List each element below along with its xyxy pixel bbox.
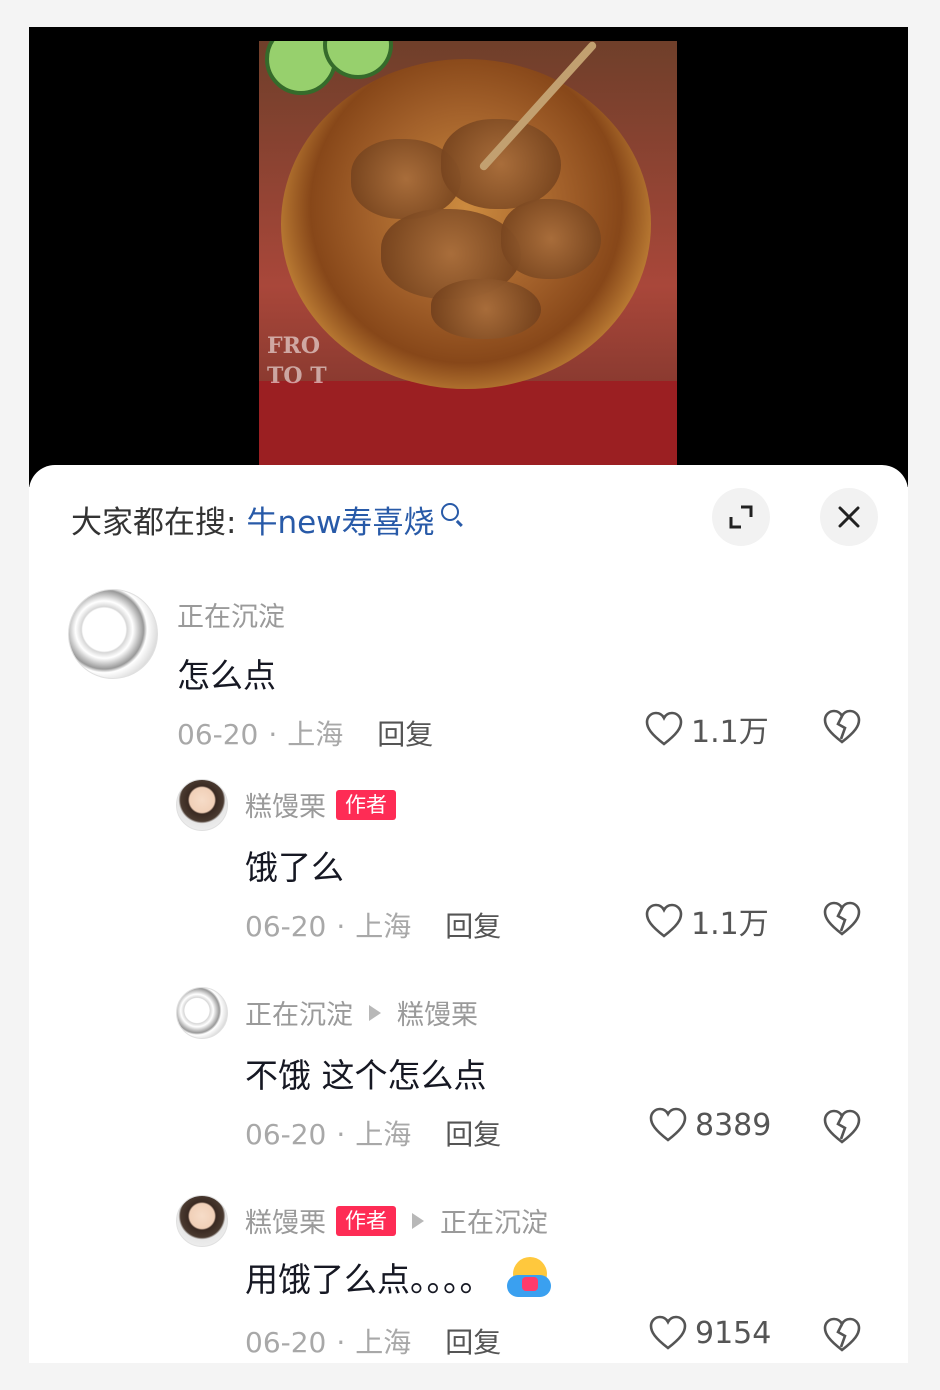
reply-arrow-icon (369, 1004, 381, 1021)
broken-heart-icon (823, 901, 861, 936)
video-frame-image: FRO TO T (259, 41, 677, 487)
comment-location: 上海 (355, 1118, 412, 1151)
beef-slice (501, 199, 601, 279)
reply-button[interactable]: 回复 (445, 1326, 501, 1359)
trending-search-label: 大家都在搜: (71, 504, 237, 541)
comment-date: 06-20 (245, 1118, 327, 1151)
heart-icon (649, 1315, 687, 1350)
beef-slice (441, 119, 561, 209)
dislike-button[interactable] (823, 901, 861, 941)
beef-slice (431, 279, 541, 339)
like-count: 1.1万 (691, 907, 769, 942)
comment-date: 06-20 (245, 910, 327, 943)
close-icon (838, 506, 860, 528)
dislike-button[interactable] (823, 1317, 861, 1357)
avatar[interactable] (176, 1195, 228, 1247)
comment-text: 不饿 这个怎么点 (245, 1056, 487, 1095)
search-icon (440, 503, 459, 521)
comment-author: 正在沉淀 糕馒栗 (245, 993, 478, 1032)
comment-meta: 06-20 · 上海 回复 (245, 1118, 502, 1151)
like-count: 8389 (695, 1107, 772, 1143)
reply-arrow-icon (412, 1212, 424, 1229)
comment-author: 糕馒栗 作者 正在沉淀 (245, 1201, 548, 1240)
heart-icon (645, 711, 683, 746)
screenshot-frame: FRO TO T 大家都在搜: 牛new寿喜烧 正在沉淀 怎么点 06-20 ·… (29, 27, 908, 1363)
dislike-button[interactable] (823, 1109, 861, 1149)
like-button[interactable]: 8389 (649, 1107, 771, 1143)
reply-button[interactable]: 回复 (445, 910, 501, 943)
like-count: 9154 (695, 1315, 772, 1351)
broken-heart-icon (823, 709, 861, 744)
comment-meta: 06-20 · 上海 回复 (245, 910, 502, 943)
trending-search[interactable]: 大家都在搜: 牛new寿喜烧 (71, 497, 459, 542)
hug-face-emoji (506, 1257, 551, 1297)
comment-meta: 06-20 · 上海 回复 (177, 718, 434, 751)
trending-search-term[interactable]: 牛new寿喜烧 (246, 497, 434, 542)
comment-text: 用饿了么点。。。。 (245, 1253, 551, 1301)
heart-icon (645, 903, 683, 938)
expand-icon (729, 505, 753, 529)
comment-text: 饿了么 (245, 848, 344, 887)
comment-meta: 06-20 · 上海 回复 (245, 1326, 502, 1359)
like-button[interactable]: 1.1万 (645, 707, 769, 751)
reply-button[interactable]: 回复 (445, 1118, 501, 1151)
avatar[interactable] (176, 987, 228, 1039)
comment-author: 糕馒栗 作者 (245, 785, 396, 824)
comment-location: 上海 (287, 718, 344, 751)
like-button[interactable]: 9154 (649, 1315, 771, 1351)
reply-to-name[interactable]: 糕馒栗 (397, 993, 478, 1032)
broken-heart-icon (823, 1317, 861, 1352)
like-button[interactable]: 1.1万 (645, 899, 769, 943)
video-player[interactable]: FRO TO T (29, 27, 908, 487)
broken-heart-icon (823, 1109, 861, 1144)
close-button[interactable] (820, 488, 878, 546)
expand-button[interactable] (712, 488, 770, 546)
author-badge: 作者 (336, 789, 396, 820)
dislike-button[interactable] (823, 709, 861, 749)
comment-location: 上海 (355, 910, 412, 943)
tray-print: FRO TO T (267, 333, 327, 389)
comment-location: 上海 (355, 1326, 412, 1359)
comment-author[interactable]: 正在沉淀 (177, 595, 285, 634)
reply-to-name[interactable]: 正在沉淀 (440, 1201, 548, 1240)
comment-date: 06-20 (177, 718, 259, 751)
heart-icon (649, 1107, 687, 1142)
comment-date: 06-20 (245, 1326, 327, 1359)
comment-panel: 大家都在搜: 牛new寿喜烧 正在沉淀 怎么点 06-20 · 上海 回复 1.… (29, 465, 908, 1363)
avatar[interactable] (68, 589, 158, 679)
like-count: 1.1万 (691, 715, 769, 750)
beef-bowl (281, 59, 651, 389)
comment-text: 怎么点 (177, 656, 276, 695)
avatar[interactable] (176, 779, 228, 831)
author-badge: 作者 (336, 1205, 396, 1236)
reply-button[interactable]: 回复 (377, 718, 433, 751)
